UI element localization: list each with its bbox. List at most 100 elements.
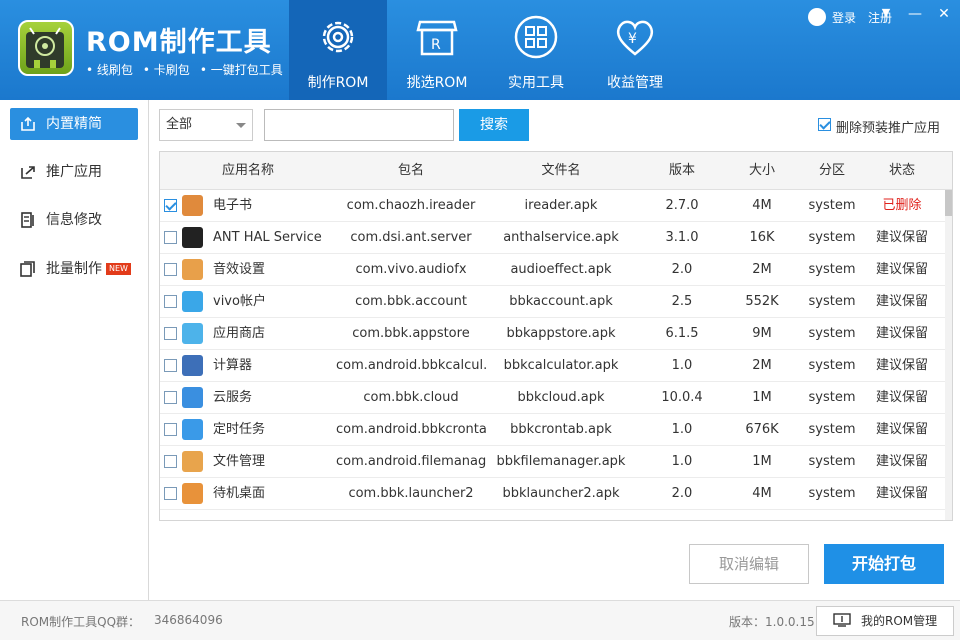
start-pack-button[interactable]: 开始打包 — [824, 544, 944, 584]
chevron-down-icon — [236, 123, 246, 128]
file-cell: bbkcrontab.apk — [510, 422, 612, 437]
table-scrollbar[interactable] — [945, 190, 952, 520]
clock-app-icon — [182, 419, 203, 440]
table-row[interactable]: ANT HAL Service com.dsi.ant.server anthals… — [160, 222, 946, 254]
table-row[interactable]: 音效设置 com.vivo.audiofx audioeffect.apk 2.0 2M… — [160, 254, 946, 286]
version-cell: 10.0.4 — [661, 390, 703, 405]
remove-preinstalled-checkbox[interactable] — [818, 118, 831, 131]
ebook-app-icon — [182, 195, 203, 216]
partition-cell: system — [808, 358, 856, 373]
version-cell: 6.1.5 — [665, 326, 699, 341]
size-cell: 1M — [752, 454, 772, 469]
layers-icon — [20, 261, 35, 277]
file-cell: bbkaccount.apk — [509, 294, 613, 309]
row-checkbox[interactable] — [164, 487, 177, 500]
package-cell: com.bbk.account — [355, 294, 467, 309]
sidebar-item-builtin-slim[interactable]: 内置精简 — [10, 108, 138, 140]
row-checkbox[interactable] — [164, 359, 177, 372]
sidebar: 内置精简 推广应用 信息修改 批量制作 NEW — [0, 100, 149, 600]
file-cell: bbkfilemanager.apk — [496, 454, 626, 469]
size-cell: 4M — [752, 486, 772, 501]
app-name-cell: 应用商店 — [213, 326, 266, 341]
sidebar-item-batch-make[interactable]: 批量制作 NEW — [10, 253, 138, 285]
package-cell: com.android.bbkcalcul... — [336, 358, 486, 373]
sidebar-item-promote-apps[interactable]: 推广应用 — [10, 156, 138, 188]
minimize-icon[interactable]: — — [905, 6, 925, 26]
grid-tools-icon — [514, 15, 558, 59]
row-checkbox[interactable] — [164, 295, 177, 308]
file-cell: ireader.apk — [524, 198, 598, 213]
ant-app-icon — [182, 227, 203, 248]
table-row[interactable]: 云服务 com.bbk.cloud bbkcloud.apk 10.0.4 1M syst… — [160, 382, 946, 414]
file-cell: bbkappstore.apk — [506, 326, 616, 341]
menu-dropdown-icon[interactable]: ▼ — [876, 6, 896, 26]
top-header: ROM制作工具 • 线刷包 • 卡刷包 • 一键打包工具 制作ROM R 挑选ROM… — [0, 0, 960, 100]
table-row[interactable]: 计算器 com.android.bbkcalcul... bbkcalculator… — [160, 350, 946, 382]
status-cell: 建议保留 — [875, 326, 928, 341]
partition-cell: system — [808, 326, 856, 341]
col-header-version: 版本 — [668, 163, 695, 178]
size-cell: 1M — [752, 390, 772, 405]
version-cell: 1.0 — [671, 422, 693, 437]
my-rom-label: 我的ROM管理 — [861, 614, 938, 628]
table-row[interactable]: 电子书 com.chaozh.ireader ireader.apk 2.7.0 4M s… — [160, 190, 946, 222]
category-select[interactable]: 全部 — [159, 109, 253, 141]
package-cell: com.android.bbkcrontab — [336, 422, 486, 437]
row-checkbox[interactable] — [164, 199, 177, 212]
remove-preinstalled-label[interactable]: 删除预装推广应用 — [836, 117, 940, 136]
table-row[interactable]: 待机桌面 com.bbk.launcher2 bbklauncher2.apk 2.0… — [160, 478, 946, 510]
app-name-cell: 定时任务 — [213, 422, 266, 437]
search-input[interactable] — [264, 109, 454, 141]
share-icon — [21, 166, 35, 179]
table-row[interactable]: 文件管理 com.android.filemanager bbkfilemanage… — [160, 446, 946, 478]
table-row[interactable]: vivo帐户 com.bbk.account bbkaccount.apk 2.5 55… — [160, 286, 946, 318]
android-robot-icon — [26, 27, 64, 68]
row-checkbox[interactable] — [164, 391, 177, 404]
package-cell: com.bbk.appstore — [352, 326, 470, 341]
my-rom-button[interactable]: 我的ROM管理 — [816, 606, 954, 636]
package-cell: com.bbk.cloud — [363, 390, 459, 405]
tab-earnings[interactable]: ¥ 收益管理 — [586, 0, 684, 100]
partition-cell: system — [808, 486, 856, 501]
row-checkbox[interactable] — [164, 327, 177, 340]
status-cell: 建议保留 — [875, 262, 928, 277]
row-checkbox[interactable] — [164, 423, 177, 436]
package-cell: com.android.filemanager — [336, 454, 486, 469]
app-name-cell: 计算器 — [213, 358, 253, 373]
tab-pick-rom[interactable]: R 挑选ROM — [388, 0, 486, 100]
search-button[interactable]: 搜索 — [459, 109, 529, 141]
row-checkbox[interactable] — [164, 231, 177, 244]
tab-make-rom[interactable]: 制作ROM — [289, 0, 387, 100]
account-app-icon — [182, 291, 203, 312]
status-cell: 建议保留 — [875, 454, 928, 469]
col-header-file: 文件名 — [541, 163, 581, 178]
scrollbar-thumb[interactable] — [945, 190, 952, 216]
sidebar-item-info-edit[interactable]: 信息修改 — [10, 204, 138, 236]
qq-group-label: ROM制作工具QQ群： — [21, 615, 141, 629]
category-select-value: 全部 — [166, 117, 193, 132]
version-cell: 3.1.0 — [665, 230, 699, 245]
app-subtitle: • 线刷包 • 卡刷包 • 一键打包工具 — [86, 61, 293, 78]
cancel-edit-button[interactable]: 取消编辑 — [689, 544, 809, 584]
close-icon[interactable]: ✕ — [934, 6, 954, 26]
app-name-cell: 云服务 — [213, 390, 253, 405]
tab-tools[interactable]: 实用工具 — [487, 0, 585, 100]
login-link[interactable]: 登录 — [832, 9, 856, 26]
size-cell: 552K — [745, 294, 779, 309]
col-header-partition: 分区 — [818, 163, 845, 178]
appstore-app-icon — [182, 323, 203, 344]
partition-cell: system — [808, 230, 856, 245]
table-row[interactable]: 应用商店 com.bbk.appstore bbkappstore.apk 6.1.5… — [160, 318, 946, 350]
tab-label: 挑选ROM — [406, 75, 468, 91]
version-cell: 2.0 — [671, 262, 693, 277]
svg-text:R: R — [431, 37, 441, 53]
size-cell: 16K — [749, 230, 775, 245]
partition-cell: system — [808, 454, 856, 469]
app-name-cell: 待机桌面 — [213, 486, 266, 501]
heart-yen-icon: ¥ — [616, 20, 654, 56]
status-cell: 建议保留 — [875, 358, 928, 373]
row-checkbox[interactable] — [164, 263, 177, 276]
row-checkbox[interactable] — [164, 455, 177, 468]
size-cell: 2M — [752, 358, 772, 373]
table-row[interactable]: 定时任务 com.android.bbkcrontab bbkcrontab.apk… — [160, 414, 946, 446]
